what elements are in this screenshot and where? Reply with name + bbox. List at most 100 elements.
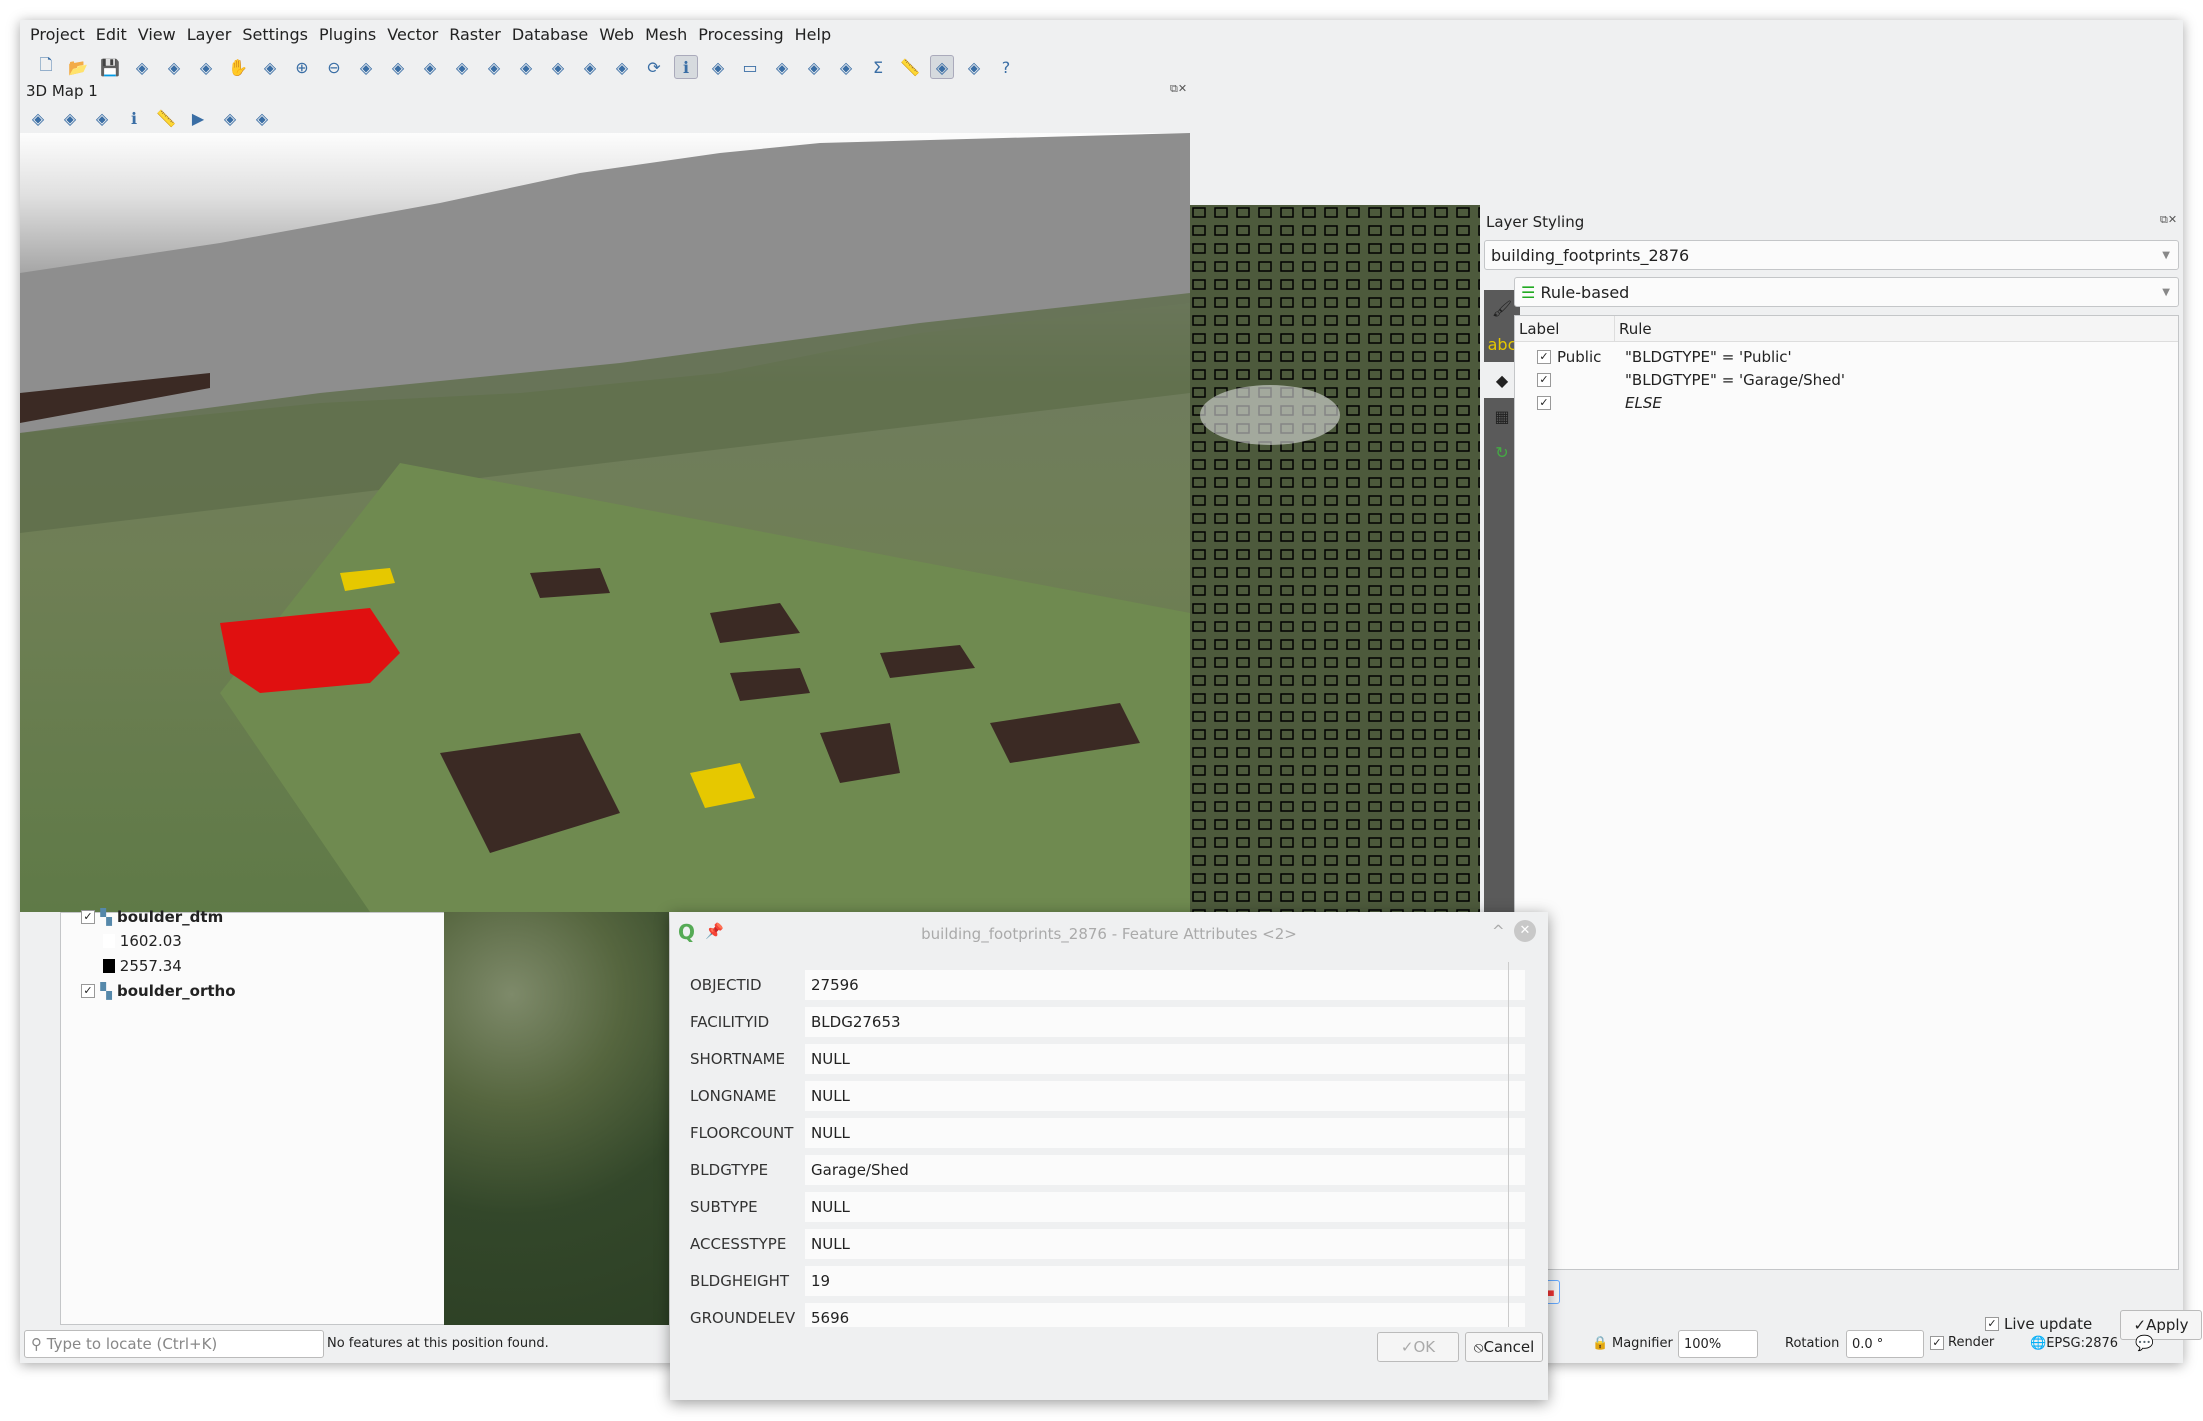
dock-close-icon[interactable]: ⧉✕	[1170, 82, 1187, 96]
zoom-to-selection-icon[interactable]: ◈	[386, 55, 410, 79]
text-annotation-icon[interactable]: ◈	[962, 55, 986, 79]
new-project-icon[interactable]: 🗋	[34, 55, 58, 79]
zoom-full-icon[interactable]: ◈	[58, 106, 82, 130]
scrollbar[interactable]	[1508, 962, 1518, 1327]
statistics-icon[interactable]: Σ	[866, 55, 890, 79]
field-label: FLOORCOUNT	[690, 1124, 794, 1142]
animation-icon[interactable]: ◈	[90, 106, 114, 130]
renderer-select[interactable]: ☰ Rule-based ▼	[1514, 277, 2179, 307]
layers-panel: ✓ ▚ boulder_dtm 1602.03 2557.34 ✓ ▚ boul…	[60, 908, 460, 1325]
style-manager-icon[interactable]: ◈	[194, 55, 218, 79]
field-value-input[interactable]: 27596	[805, 970, 1525, 1000]
field-value-input[interactable]: NULL	[805, 1044, 1525, 1074]
temporal-icon[interactable]: ◈	[610, 55, 634, 79]
pan-icon[interactable]: ✋	[226, 55, 250, 79]
zoom-native-icon[interactable]: ◈	[450, 55, 474, 79]
ok-button[interactable]: ✓ OK	[1377, 1332, 1459, 1362]
menu-bar: Project Edit View Layer Settings Plugins Vecto…	[20, 20, 2183, 48]
menu-plugins[interactable]: Plugins	[319, 25, 376, 44]
rule-row[interactable]: ✓ Public "BLDGTYPE" = 'Public'	[1515, 345, 2178, 368]
options-icon[interactable]: ◈	[250, 106, 274, 130]
render-checkbox[interactable]: ✓ Render	[1930, 1335, 1994, 1350]
field-value-input[interactable]: BLDG27653	[805, 1007, 1525, 1037]
rule-based-icon: ☰	[1521, 282, 1541, 302]
measure-icon[interactable]: 📏	[154, 106, 178, 130]
layer-select[interactable]: building_footprints_2876 ▼	[1484, 240, 2179, 270]
menu-processing[interactable]: Processing	[698, 25, 783, 44]
help-icon[interactable]: ?	[994, 55, 1018, 79]
field-value-input[interactable]: NULL	[805, 1118, 1525, 1148]
check-icon: ✓	[1400, 1338, 1414, 1356]
play-icon[interactable]: ▶	[186, 106, 210, 130]
field-value-input[interactable]: 19	[805, 1266, 1525, 1296]
rule-checkbox[interactable]: ✓	[1537, 395, 1551, 410]
select-icon[interactable]: ▭	[738, 55, 762, 79]
menu-project[interactable]: Project	[30, 25, 85, 44]
identify-icon[interactable]: ℹ	[674, 55, 698, 79]
checkbox-icon[interactable]: ✓	[81, 983, 95, 998]
export-icon[interactable]: ◈	[218, 106, 242, 130]
open-icon[interactable]: 📂	[66, 55, 90, 79]
ortho-map-canvas[interactable]	[444, 912, 669, 1325]
field-label: BLDGHEIGHT	[690, 1272, 790, 1290]
close-icon[interactable]: ✕	[1514, 920, 1536, 942]
field-calculator-icon[interactable]: ◈	[834, 55, 858, 79]
measure-icon[interactable]: 📏	[898, 55, 922, 79]
layer-item-ortho[interactable]: ✓ ▚ boulder_ortho	[81, 979, 236, 1002]
menu-help[interactable]: Help	[795, 25, 831, 44]
field-value-input[interactable]: NULL	[805, 1229, 1525, 1259]
print-layout-icon[interactable]: ◈	[162, 55, 186, 79]
camera-control-icon[interactable]: ◈	[26, 106, 50, 130]
refresh-icon[interactable]: ⟳	[642, 55, 666, 79]
zoom-out-icon[interactable]: ⊖	[322, 55, 346, 79]
pan-to-selection-icon[interactable]: ◈	[258, 55, 282, 79]
lock-icon[interactable]: 🔒	[1592, 1336, 1608, 1351]
menu-vector[interactable]: Vector	[387, 25, 438, 44]
magnifier-input[interactable]: 100%	[1678, 1330, 1758, 1358]
field-value-input[interactable]: Garage/Shed	[805, 1155, 1525, 1185]
renderer-name: Rule-based	[1540, 282, 1630, 302]
rule-checkbox[interactable]: ✓	[1537, 372, 1551, 387]
open-attribute-table-icon[interactable]: ◈	[802, 55, 826, 79]
3d-map-view[interactable]	[20, 133, 1190, 912]
menu-raster[interactable]: Raster	[449, 25, 501, 44]
show-bookmarks-icon[interactable]: ◈	[578, 55, 602, 79]
zoom-to-layer-icon[interactable]: ◈	[418, 55, 442, 79]
menu-layer[interactable]: Layer	[187, 25, 232, 44]
menu-settings[interactable]: Settings	[242, 25, 308, 44]
menu-edit[interactable]: Edit	[96, 25, 127, 44]
map-tips-icon[interactable]: ◈	[930, 55, 954, 79]
save-icon[interactable]: 💾	[98, 55, 122, 79]
identify-icon[interactable]: ℹ	[122, 106, 146, 130]
menu-view[interactable]: View	[138, 25, 176, 44]
field-value-input[interactable]: NULL	[805, 1192, 1525, 1222]
rule-label: Public	[1557, 347, 1602, 366]
zoom-next-icon[interactable]: ◈	[514, 55, 538, 79]
raster-icon: ▚	[100, 907, 112, 926]
menu-mesh[interactable]: Mesh	[645, 25, 687, 44]
new-bookmark-icon[interactable]: ◈	[546, 55, 570, 79]
rule-row[interactable]: ✓ ELSE	[1515, 391, 2178, 414]
menu-database[interactable]: Database	[512, 25, 588, 44]
menu-web[interactable]: Web	[599, 25, 634, 44]
zoom-last-icon[interactable]: ◈	[482, 55, 506, 79]
rule-row[interactable]: ✓ "BLDGTYPE" = 'Garage/Shed'	[1515, 368, 2178, 391]
checkbox-icon[interactable]: ✓	[81, 909, 95, 924]
rule-checkbox[interactable]: ✓	[1537, 349, 1551, 364]
rotation-input[interactable]: 0.0 °	[1846, 1330, 1924, 1358]
locator-input[interactable]: ⚲ Type to locate (Ctrl+K)	[24, 1330, 324, 1358]
zoom-full-icon[interactable]: ◈	[354, 55, 378, 79]
field-value-input[interactable]: NULL	[805, 1081, 1525, 1111]
dock-close-icon[interactable]: ⧉✕	[2160, 213, 2177, 227]
collapse-icon[interactable]: ^	[1492, 922, 1505, 940]
layer-item-dtm[interactable]: ✓ ▚ boulder_dtm	[81, 905, 223, 928]
crs-button[interactable]: 🌐EPSG:2876	[2030, 1336, 2118, 1351]
messages-icon[interactable]: 💬	[2135, 1334, 2154, 1352]
field-value-input[interactable]: 5696	[805, 1303, 1525, 1327]
zoom-in-icon[interactable]: ⊕	[290, 55, 314, 79]
2d-map-canvas[interactable]	[1190, 205, 1495, 912]
deselect-icon[interactable]: ◈	[770, 55, 794, 79]
save-as-icon[interactable]: ◈	[130, 55, 154, 79]
actions-icon[interactable]: ◈	[706, 55, 730, 79]
cancel-button[interactable]: ⦸ Cancel	[1465, 1332, 1543, 1362]
